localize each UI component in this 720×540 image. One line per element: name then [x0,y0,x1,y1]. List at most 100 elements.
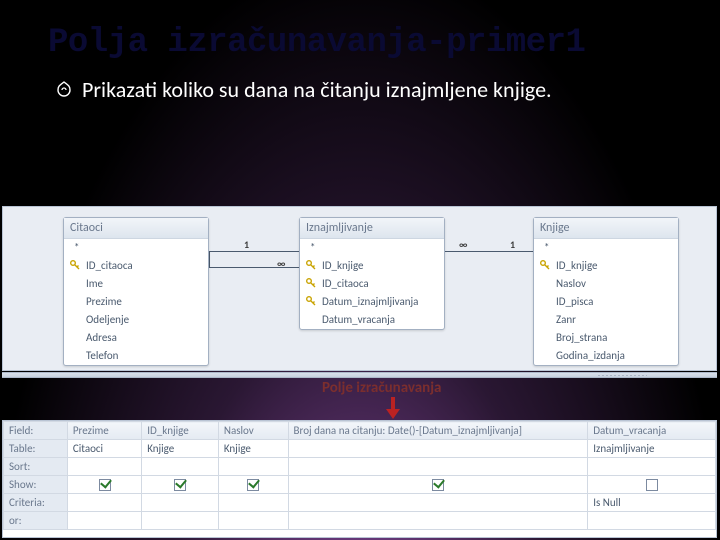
grid-cell[interactable]: Citaoci [67,440,141,458]
table-knjige[interactable]: Knjige * ID_knjige Naslov ID_pisca Zanr … [533,217,679,366]
slide: Polja izračunavanja-primer1 Prikazati ko… [0,0,720,540]
grid-cell[interactable] [588,512,716,530]
grid-cell[interactable] [67,512,141,530]
row-header-field: Field: [4,422,68,440]
field-label: ID_knjige [322,259,364,272]
grid-row: or: [4,512,716,530]
field-row[interactable]: Prezime [64,293,208,311]
relationship-line [209,251,299,252]
field-row[interactable]: Broj_strana [534,329,678,347]
field-row[interactable]: Odeljenje [64,311,208,329]
grid-cell[interactable] [67,458,141,476]
key-icon [539,259,551,271]
grid-cell[interactable]: Iznajmljivanje [588,440,716,458]
field-row[interactable]: Datum_vracanja [300,311,444,329]
grid-cell[interactable] [218,494,288,512]
row-header-or: or: [4,512,68,530]
query-grid[interactable]: Field: Prezime ID_knjige Naslov Broj dan… [2,420,717,538]
relationship-line [445,251,533,252]
field-row[interactable]: ID_citaoca [300,275,444,293]
relationship-line [209,267,299,268]
show-checkbox[interactable] [247,479,259,491]
grid-cell[interactable]: ID_knjige [142,422,219,440]
grid-cell[interactable]: Knjige [142,440,219,458]
grid-cell[interactable] [288,440,588,458]
field-row[interactable]: Naslov [534,275,678,293]
grid-cell[interactable] [142,494,219,512]
table-iznajmljivanje[interactable]: Iznajmljivanje * ID_knjige ID_citaoca Da… [299,217,445,330]
key-icon [305,259,317,271]
show-checkbox[interactable] [99,479,111,491]
grid-row: Show: [4,476,716,494]
field-row[interactable]: ID_knjige [300,257,444,275]
relationship-line [209,251,210,267]
grid-cell[interactable] [288,494,588,512]
field-row[interactable]: Datum_iznajmljivanja [300,293,444,311]
field-row[interactable]: Telefon [64,347,208,365]
field-row[interactable]: Adresa [64,329,208,347]
grid-cell[interactable]: Naslov [218,422,288,440]
cardinality-one: 1 [244,238,249,251]
grid-row: Sort: [4,458,716,476]
field-row[interactable]: ID_pisca [534,293,678,311]
grid-cell[interactable]: Datum_vracanja [588,422,716,440]
field-row[interactable]: * [534,239,678,257]
bullet-icon [56,81,72,97]
cardinality-one: 1 [510,238,515,251]
field-row[interactable]: Zanr [534,311,678,329]
grid-cell[interactable] [142,512,219,530]
grid-cell[interactable]: Broj dana na citanju: Date()-[Datum_izna… [288,422,588,440]
grid-cell[interactable] [218,458,288,476]
key-icon [69,259,81,271]
cardinality-many: ∞ [459,238,467,251]
grid-cell[interactable] [142,476,219,494]
table-title: Citaoci [64,218,208,239]
table-citaoci[interactable]: Citaoci * ID_citaoca Ime Prezime Odeljen… [63,217,209,366]
grid-cell[interactable]: Knjige [218,440,288,458]
grid-cell[interactable] [67,494,141,512]
field-label: Datum_iznajmljivanja [322,295,418,308]
field-row[interactable]: * [64,239,208,257]
arrow-down-icon [386,397,400,419]
row-header-show: Show: [4,476,68,494]
show-checkbox[interactable] [432,479,444,491]
table-title: Knjige [534,218,678,239]
grid-cell[interactable] [588,476,716,494]
grid-cell[interactable] [288,476,588,494]
key-icon [305,277,317,289]
grid-cell[interactable] [142,458,219,476]
grid-cell[interactable] [218,512,288,530]
show-checkbox[interactable] [174,479,186,491]
show-checkbox[interactable] [646,479,658,491]
grid-cell[interactable] [288,512,588,530]
row-header-table: Table: [4,440,68,458]
field-row[interactable]: Ime [64,275,208,293]
grid-cell[interactable] [588,458,716,476]
grid-cell[interactable] [67,476,141,494]
bullet-item: Prikazati koliko su dana na čitanju izna… [0,62,720,104]
table-body: * ID_knjige ID_citaoca Datum_iznajmljiva… [300,239,444,329]
field-label: ID_citaoca [322,277,369,290]
field-row[interactable]: ID_citaoca [64,257,208,275]
cardinality-many: ∞ [277,257,285,270]
grid-row: Criteria: Is Null [4,494,716,512]
table-body: * ID_knjige Naslov ID_pisca Zanr Broj_st… [534,239,678,365]
row-header-sort: Sort: [4,458,68,476]
slide-title: Polja izračunavanja-primer1 [0,0,720,62]
grid-cell[interactable] [218,476,288,494]
grid-cell[interactable]: Prezime [67,422,141,440]
field-label: ID_knjige [556,259,598,272]
table-title: Iznajmljivanje [300,218,444,239]
field-row[interactable]: Godina_izdanja [534,347,678,365]
field-row[interactable]: * [300,239,444,257]
grid-header-row: Field: Prezime ID_knjige Naslov Broj dan… [4,422,716,440]
field-row[interactable]: ID_knjige [534,257,678,275]
query-design-pane[interactable]: 1 ∞ ∞ 1 Citaoci * ID_citaoca Ime Prezime… [2,206,717,371]
row-header-criteria: Criteria: [4,494,68,512]
pane-divider[interactable] [2,372,717,378]
grid-cell[interactable] [288,458,588,476]
grid-cell[interactable]: Is Null [588,494,716,512]
table-body: * ID_citaoca Ime Prezime Odeljenje Adres… [64,239,208,365]
grid-row: Table: Citaoci Knjige Knjige Iznajmljiva… [4,440,716,458]
field-label: ID_citaoca [86,259,133,272]
